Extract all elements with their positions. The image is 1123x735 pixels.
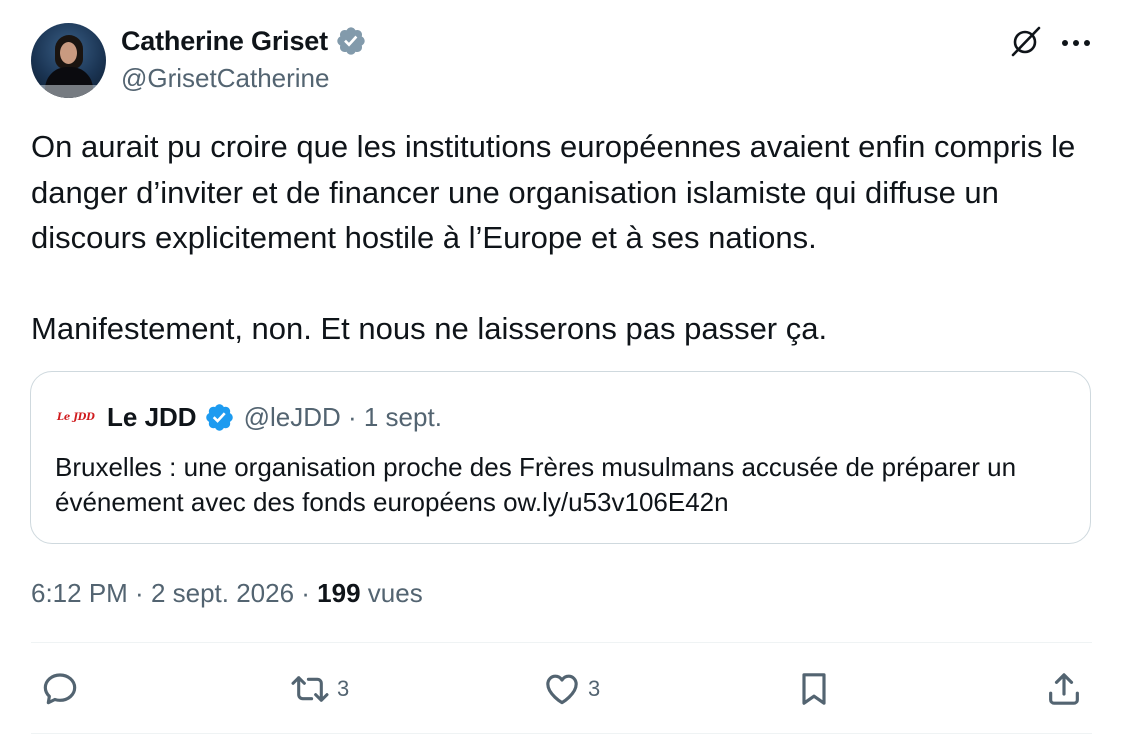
views-label: vues: [360, 578, 423, 608]
divider: [31, 642, 1092, 643]
like-count: 3: [588, 676, 601, 701]
author-avatar[interactable]: [31, 23, 106, 98]
author-display-name[interactable]: Catherine Griset: [121, 26, 328, 57]
retweet-icon: [289, 669, 331, 709]
quoted-handle[interactable]: @leJDD: [244, 402, 341, 433]
grok-icon: [1009, 24, 1043, 63]
meta-separator: ·: [294, 578, 318, 608]
reply-icon: [40, 669, 80, 709]
bookmark-icon: [794, 669, 834, 709]
share-button[interactable]: [1044, 667, 1084, 711]
more-options-button[interactable]: [1057, 24, 1095, 62]
quoted-date[interactable]: 1 sept.: [364, 402, 442, 433]
verified-gray-badge-icon[interactable]: [335, 25, 367, 57]
avatar-desk: [31, 85, 106, 98]
tweet-time[interactable]: 6:12 PM: [31, 578, 128, 609]
share-icon: [1044, 669, 1084, 709]
author-name-row: Catherine Griset: [121, 25, 367, 57]
quoted-separator: ·: [340, 402, 364, 432]
bookmark-button[interactable]: [794, 667, 834, 711]
meta-separator: ·: [127, 578, 151, 608]
reply-button[interactable]: [40, 667, 86, 711]
tweet-paragraph: On aurait pu croire que les institutions…: [31, 129, 1076, 255]
like-button[interactable]: 3: [542, 667, 600, 711]
more-dots-icon: [1061, 34, 1091, 52]
author-handle[interactable]: @GrisetCatherine: [121, 63, 329, 94]
divider: [31, 733, 1092, 734]
avatar-face: [60, 42, 77, 64]
retweet-button[interactable]: 3: [289, 667, 349, 711]
quoted-tweet-text: Bruxelles : une organisation proche des …: [55, 452, 1017, 517]
tweet-paragraph: Manifestement, non. Et nous ne laisseron…: [31, 311, 828, 346]
tweet-meta: 6:12 PM · 2 sept. 2026 · 199 vues: [31, 578, 423, 609]
tweet-text: On aurait pu croire que les institutions…: [31, 124, 1101, 352]
tweet-date[interactable]: 2 sept. 2026: [151, 578, 294, 609]
retweet-count: 3: [337, 676, 350, 701]
le-jdd-logo[interactable]: Le JDD: [57, 411, 98, 425]
quoted-tweet-card[interactable]: Le JDD Le JDD @leJDD · 1 sept. Bruxelles…: [30, 371, 1091, 544]
views-count[interactable]: 199: [317, 578, 360, 609]
like-icon: [542, 669, 582, 709]
verified-blue-badge-icon: [204, 402, 235, 433]
grok-button[interactable]: [1007, 24, 1045, 62]
quoted-tweet-header: Le JDD Le JDD @leJDD · 1 sept.: [57, 402, 442, 433]
quoted-display-name[interactable]: Le JDD: [107, 402, 197, 433]
